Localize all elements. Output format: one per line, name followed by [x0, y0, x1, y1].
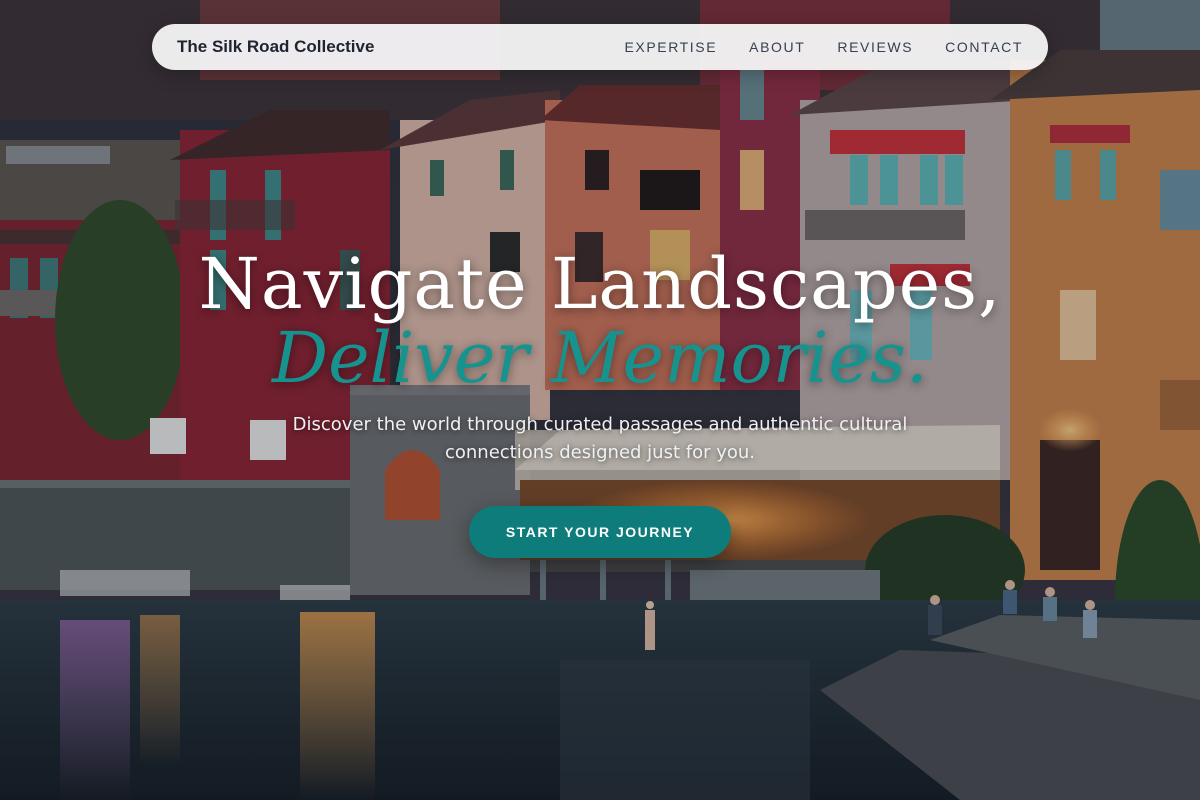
hero-subtitle-line2: connections designed just for you. [444, 442, 756, 463]
hero-subtitle: Discover the world through curated passa… [0, 411, 1200, 467]
hero-headline-line2: Deliver Memories. [271, 317, 929, 399]
hero-subtitle-line1: Discover the world through curated passa… [292, 414, 908, 435]
hero-content: Navigate Landscapes, Deliver Memories. D… [0, 0, 1200, 800]
hero-headline: Navigate Landscapes, Deliver Memories. [0, 240, 1200, 402]
start-journey-button[interactable]: START YOUR JOURNEY [469, 506, 731, 558]
hero-section: The Silk Road Collective EXPERTISE ABOUT… [0, 0, 1200, 800]
